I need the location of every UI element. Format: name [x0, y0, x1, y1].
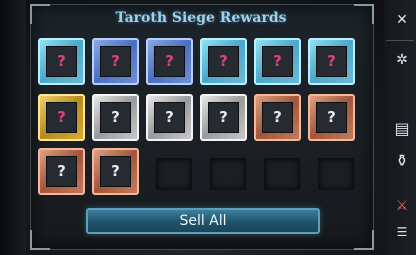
- empty-slot: [318, 158, 354, 190]
- panel-corner: [30, 230, 50, 250]
- reward-item[interactable]: ?: [38, 38, 85, 85]
- reward-item-frame: ?: [262, 102, 293, 133]
- empty-slot: [264, 158, 300, 190]
- close-icon[interactable]: ✕: [392, 10, 412, 30]
- reward-item-frame: ?: [316, 46, 347, 77]
- reward-item[interactable]: ?: [92, 38, 139, 85]
- question-mark-icon: ?: [327, 108, 336, 126]
- reward-item[interactable]: ?: [254, 38, 301, 85]
- reward-item-frame: ?: [46, 46, 77, 77]
- scroll-icon[interactable]: ▤: [392, 118, 412, 138]
- question-mark-icon: ?: [273, 52, 282, 70]
- reward-item-frame: ?: [154, 102, 185, 133]
- reward-item[interactable]: ?: [92, 148, 139, 195]
- reward-item[interactable]: ?: [146, 94, 193, 141]
- reward-item-frame: ?: [208, 46, 239, 77]
- reward-item[interactable]: ?: [254, 94, 301, 141]
- question-mark-icon: ?: [57, 162, 66, 180]
- gear-icon[interactable]: ✲: [392, 50, 412, 70]
- reward-item[interactable]: ?: [200, 38, 247, 85]
- left-border: [0, 0, 26, 255]
- reward-item-frame: ?: [208, 102, 239, 133]
- reward-item-frame: ?: [316, 102, 347, 133]
- empty-slot: [156, 158, 192, 190]
- reward-item[interactable]: ?: [308, 38, 355, 85]
- reward-item[interactable]: ?: [308, 94, 355, 141]
- question-mark-icon: ?: [219, 108, 228, 126]
- dialog-title: Taroth Siege Rewards: [115, 10, 287, 26]
- question-mark-icon: ?: [57, 108, 66, 126]
- reward-item[interactable]: ?: [38, 94, 85, 141]
- empty-slot: [210, 158, 246, 190]
- reward-item-frame: ?: [154, 46, 185, 77]
- question-mark-icon: ?: [327, 52, 336, 70]
- reward-item[interactable]: ?: [200, 94, 247, 141]
- question-mark-icon: ?: [111, 108, 120, 126]
- potion-icon[interactable]: ⚱: [392, 150, 412, 170]
- reward-item[interactable]: ?: [146, 38, 193, 85]
- question-mark-icon: ?: [111, 52, 120, 70]
- panel-corner: [354, 230, 374, 250]
- question-mark-icon: ?: [219, 52, 228, 70]
- question-mark-icon: ?: [57, 52, 66, 70]
- reward-item-frame: ?: [46, 102, 77, 133]
- reward-item-frame: ?: [100, 46, 131, 77]
- sell-all-button[interactable]: Sell All: [86, 208, 320, 234]
- question-mark-icon: ?: [165, 52, 174, 70]
- menu-icon[interactable]: ☰: [392, 222, 412, 242]
- question-mark-icon: ?: [165, 108, 174, 126]
- question-mark-icon: ?: [111, 162, 120, 180]
- reward-item[interactable]: ?: [92, 94, 139, 141]
- crossed-swords-icon[interactable]: ⚔: [392, 196, 412, 216]
- reward-item-frame: ?: [46, 156, 77, 187]
- reward-item-frame: ?: [100, 156, 131, 187]
- reward-item-frame: ?: [262, 46, 293, 77]
- rail-divider: [386, 40, 414, 41]
- question-mark-icon: ?: [273, 108, 282, 126]
- reward-item-frame: ?: [100, 102, 131, 133]
- reward-item[interactable]: ?: [38, 148, 85, 195]
